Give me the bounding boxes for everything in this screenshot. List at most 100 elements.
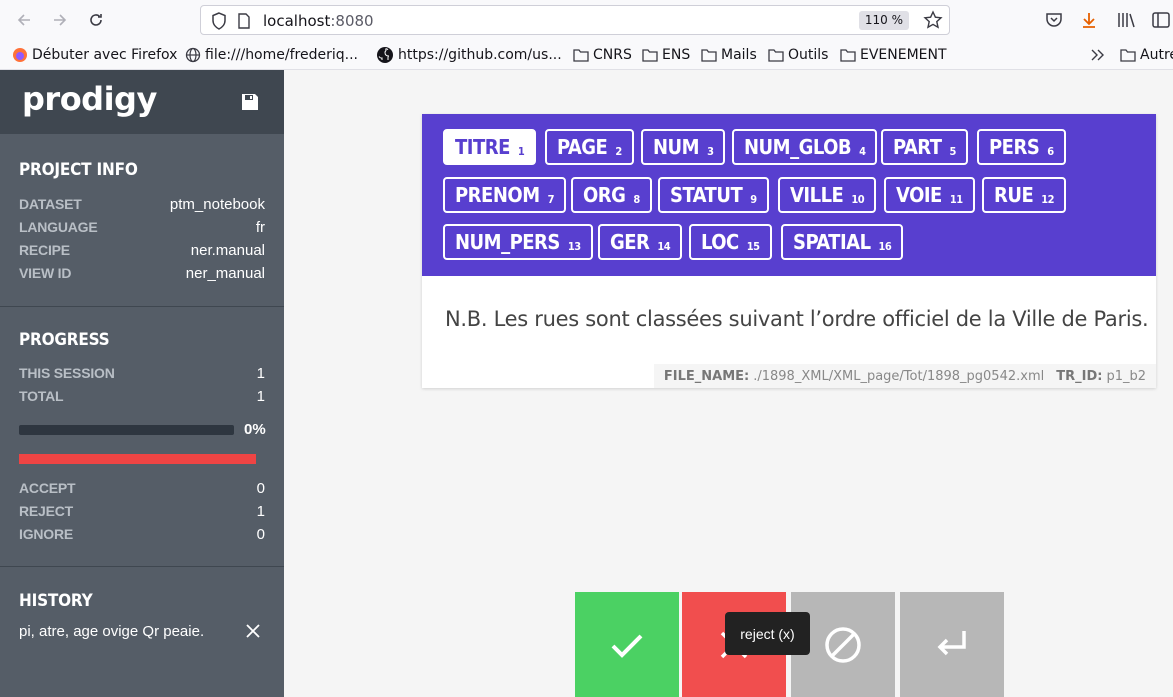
- bookmark-file[interactable]: file:///home/frederiq...: [185, 45, 358, 65]
- label-page[interactable]: PAGE 2: [545, 129, 634, 165]
- label-key: 12: [1041, 192, 1055, 206]
- app-logo: prodigy: [22, 80, 157, 118]
- label-name: PERS: [989, 135, 1040, 159]
- bookmark-label: Mails: [721, 47, 757, 63]
- bookmark-folder-evenement[interactable]: EVENEMENT: [840, 45, 947, 65]
- info-value: ptm_notebook: [169, 195, 265, 213]
- label-key: 3: [707, 144, 714, 158]
- label-key: 6: [1047, 144, 1054, 158]
- progress-key: REJECT: [19, 503, 74, 519]
- bookmarks-overflow-chevron-icon[interactable]: [1090, 45, 1110, 65]
- info-value: fr: [255, 218, 265, 236]
- info-value: ner.manual: [190, 241, 265, 259]
- progress-value: 1: [256, 387, 265, 405]
- folder-icon: [701, 49, 717, 62]
- bookmark-label: EVENEMENT: [860, 47, 947, 63]
- label-num[interactable]: NUM 3: [641, 129, 726, 165]
- bookmark-folder-cnrs[interactable]: CNRS: [573, 45, 632, 65]
- folder-icon: [1120, 49, 1136, 62]
- pocket-icon[interactable]: [1043, 9, 1065, 31]
- label-part[interactable]: PART 5: [881, 129, 968, 165]
- undo-button[interactable]: [900, 592, 1004, 697]
- sidebar-toggle-icon[interactable]: [1150, 9, 1172, 31]
- label-org[interactable]: ORG 8: [571, 177, 652, 213]
- label-name: NUM: [653, 135, 700, 159]
- label-prenom[interactable]: PRENOM 7: [443, 177, 566, 213]
- check-icon: [611, 634, 643, 658]
- bookmark-debuter-firefox[interactable]: Débuter avec Firefox: [12, 45, 177, 65]
- reload-icon[interactable]: [84, 8, 108, 32]
- label-voie[interactable]: VOIE 11: [884, 177, 975, 213]
- info-key: LANGUAGE: [19, 219, 98, 235]
- sidebar: prodigy PROJECT INFO DATASET ptm_noteboo…: [0, 70, 284, 697]
- history-item[interactable]: pi, atre, age ovige Qr peaie.: [19, 623, 204, 640]
- info-value: ner_manual: [185, 264, 265, 282]
- label-statut[interactable]: STATUT 9: [658, 177, 769, 213]
- label-num-pers[interactable]: NUM_PERS 13: [443, 224, 593, 260]
- save-icon[interactable]: [240, 92, 262, 114]
- back-arrow-icon[interactable]: [12, 8, 36, 32]
- label-num-glob[interactable]: NUM_GLOB 4: [732, 129, 878, 165]
- ignore-icon: [825, 626, 861, 663]
- label-name: STATUT: [670, 183, 743, 207]
- annotation-text[interactable]: N.B. Les rues sont classées suivant l’or…: [445, 307, 1149, 331]
- bookmark-folder-autre[interactable]: Autre: [1120, 45, 1173, 65]
- progress-title: PROGRESS: [19, 330, 110, 350]
- bookmark-github[interactable]: https://github.com/us...: [376, 45, 562, 65]
- label-ger[interactable]: GER 14: [598, 224, 683, 260]
- bookmark-folder-outils[interactable]: Outils: [768, 45, 828, 65]
- reject-tooltip: reject (x): [725, 612, 810, 655]
- label-name: PART: [893, 135, 942, 159]
- meta-value-file-name: ./1898_XML/XML_page/Tot/1898_pg0542.xml: [753, 368, 1045, 384]
- label-key: 15: [746, 239, 760, 253]
- bookmark-label: Outils: [788, 47, 829, 63]
- folder-icon: [642, 49, 658, 62]
- bookmark-star-icon[interactable]: [923, 10, 943, 35]
- url-text[interactable]: localhost:8080: [263, 12, 374, 30]
- page-icon[interactable]: [237, 13, 251, 34]
- label-name: PRENOM: [455, 183, 540, 207]
- label-key: 11: [949, 192, 963, 206]
- label-key: 8: [633, 192, 640, 206]
- label-ville[interactable]: VILLE 10: [778, 177, 877, 213]
- bookmark-folder-mails[interactable]: Mails: [701, 45, 757, 65]
- meta-bar: FILE_NAME: ./1898_XML/XML_page/Tot/1898_…: [653, 364, 1156, 388]
- bookmark-label: https://github.com/us...: [398, 47, 562, 63]
- firefox-icon: [13, 48, 27, 62]
- github-icon: [377, 47, 393, 63]
- label-name: NUM_PERS: [455, 230, 560, 254]
- url-bar[interactable]: localhost:8080 110 %: [200, 5, 950, 35]
- bookmarks-bar: Débuter avec Firefox file:///home/freder…: [0, 40, 1173, 70]
- label-key: 4: [859, 144, 866, 158]
- label-key: 13: [567, 239, 581, 253]
- label-loc[interactable]: LOC 15: [689, 224, 772, 260]
- bookmark-folder-ens[interactable]: ENS: [642, 45, 690, 65]
- close-icon[interactable]: [246, 624, 262, 640]
- shield-icon[interactable]: [211, 12, 227, 35]
- label-name: VOIE: [896, 183, 942, 207]
- bookmark-label: file:///home/frederiq...: [205, 47, 358, 63]
- bookmark-label: Autre: [1140, 47, 1173, 63]
- label-rue[interactable]: RUE 12: [982, 177, 1067, 213]
- zoom-level[interactable]: 110 %: [858, 11, 909, 30]
- label-spatial[interactable]: SPATIAL 16: [781, 224, 904, 260]
- progress-row-ignore: IGNORE 0: [19, 524, 265, 544]
- download-icon[interactable]: [1078, 9, 1100, 31]
- forward-arrow-icon[interactable]: [48, 8, 72, 32]
- history-title: HISTORY: [19, 591, 93, 611]
- label-key: 9: [750, 192, 757, 206]
- label-pers[interactable]: PERS 6: [977, 129, 1066, 165]
- label-key: 2: [615, 144, 622, 158]
- label-name: NUM_GLOB: [744, 135, 852, 159]
- progress-key: ACCEPT: [19, 480, 76, 496]
- info-key: RECIPE: [19, 242, 70, 258]
- progress-key: IGNORE: [19, 526, 74, 542]
- label-titre[interactable]: TITRE 1: [443, 129, 537, 165]
- label-name: RUE: [994, 183, 1034, 207]
- label-name: ORG: [583, 183, 626, 207]
- info-row-dataset: DATASET ptm_notebook: [19, 194, 265, 214]
- accept-button[interactable]: [575, 592, 679, 697]
- progress-key: TOTAL: [19, 388, 64, 404]
- bookmark-label: Débuter avec Firefox: [32, 47, 178, 63]
- library-icon[interactable]: [1115, 9, 1137, 31]
